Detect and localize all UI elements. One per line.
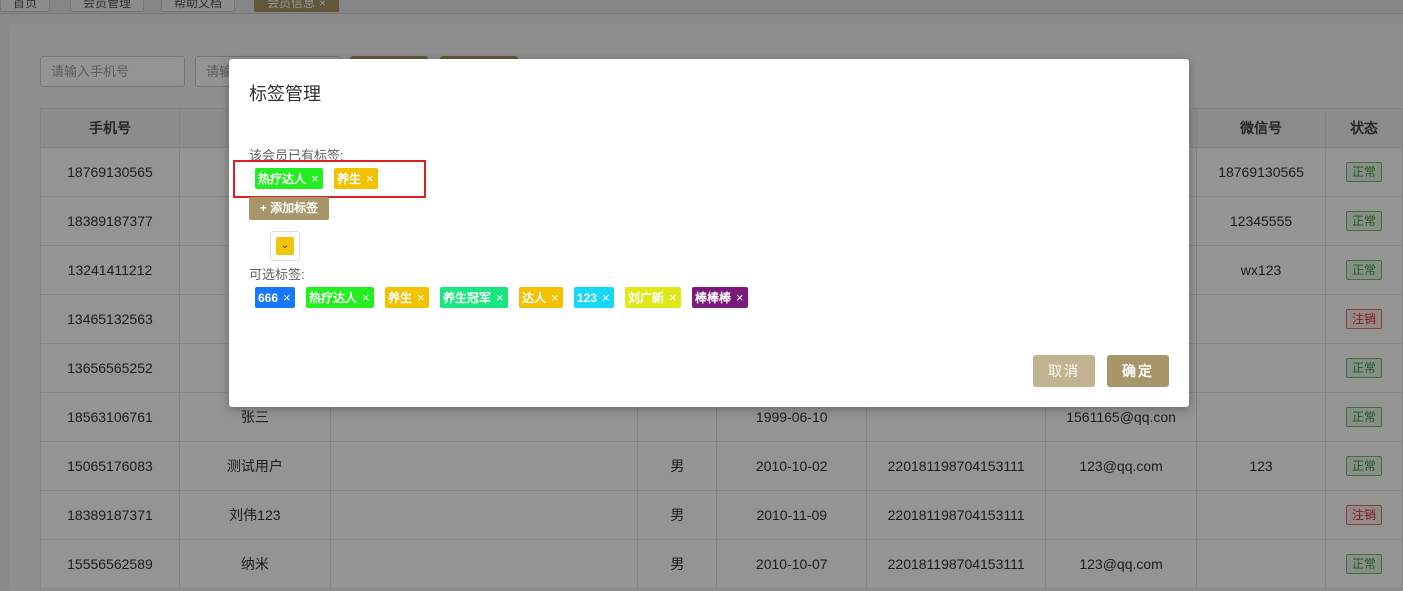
close-icon[interactable]: ×: [551, 290, 559, 305]
dialog-title: 标签管理: [249, 84, 321, 104]
tag-chip[interactable]: 刘广新 ×: [625, 287, 681, 308]
tag-chip[interactable]: 养生 ×: [385, 287, 429, 308]
add-tag-button[interactable]: + 添加标签: [249, 197, 329, 220]
close-icon[interactable]: ×: [602, 290, 610, 305]
tag-label: 养生冠军: [443, 291, 492, 305]
close-icon[interactable]: ×: [496, 290, 504, 305]
tag-label: 热疗达人: [258, 172, 307, 186]
tag-label: 达人: [522, 291, 547, 305]
tag-chip[interactable]: 热疗达人 ×: [306, 287, 374, 308]
tag-label: 养生: [337, 172, 362, 186]
tag-label: 刘广新: [628, 291, 665, 305]
available-tags-label: 可选标签:: [249, 267, 305, 282]
tag-chip[interactable]: 棒棒棒 ×: [692, 287, 748, 308]
close-icon[interactable]: ×: [736, 290, 744, 305]
tag-label: 666: [258, 291, 279, 305]
color-picker[interactable]: ⌄: [270, 231, 300, 261]
tag-chip[interactable]: 达人 ×: [519, 287, 563, 308]
tag-management-dialog: 标签管理 该会员已有标签: 热疗达人 × 养生 × + 添加标签 ⌄ 可选标签: 66…: [229, 59, 1189, 407]
chevron-down-icon: ⌄: [276, 237, 294, 255]
tag-label: 棒棒棒: [695, 291, 732, 305]
cancel-button[interactable]: 取消: [1033, 355, 1095, 387]
tag-chip[interactable]: 热疗达人 ×: [255, 168, 323, 189]
close-icon[interactable]: ×: [362, 290, 370, 305]
tag-chip[interactable]: 养生 ×: [334, 168, 378, 189]
close-icon[interactable]: ×: [283, 290, 291, 305]
tag-chip[interactable]: 666 ×: [255, 287, 295, 308]
tag-label: 养生: [388, 291, 413, 305]
close-icon[interactable]: ×: [669, 290, 677, 305]
close-icon[interactable]: ×: [311, 171, 319, 186]
tag-label: 热疗达人: [309, 291, 358, 305]
confirm-button[interactable]: 确定: [1107, 355, 1169, 387]
close-icon[interactable]: ×: [366, 171, 374, 186]
close-icon[interactable]: ×: [417, 290, 425, 305]
tag-chip[interactable]: 养生冠军 ×: [440, 287, 508, 308]
tag-chip[interactable]: 123 ×: [574, 287, 614, 308]
tag-label: 123: [577, 291, 598, 305]
